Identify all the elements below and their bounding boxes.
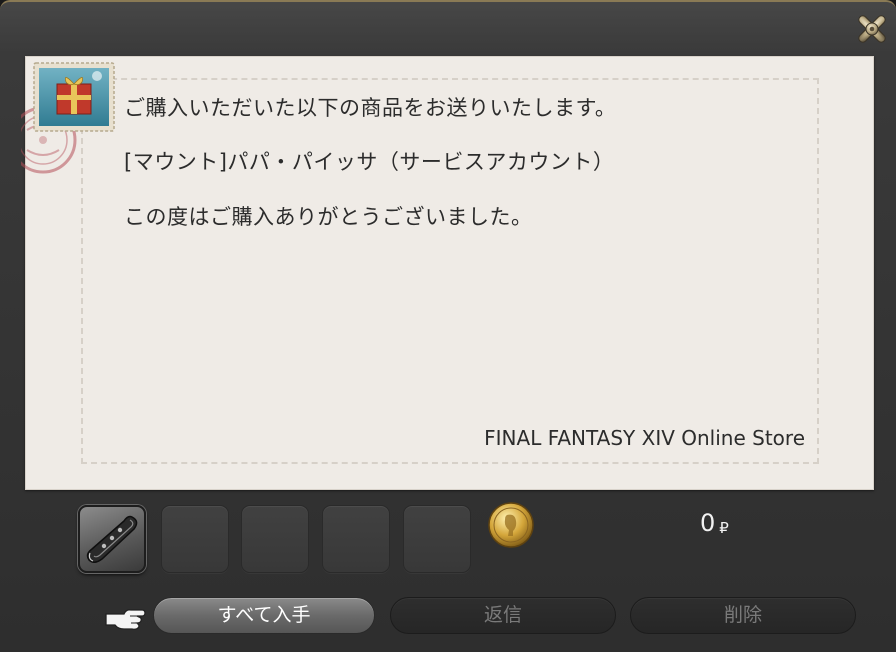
delete-button[interactable]: 削除 bbox=[630, 597, 856, 634]
gil-amount: 0 ₽ bbox=[700, 509, 729, 537]
message-line-3: この度はご購入ありがとうございました。 bbox=[124, 205, 533, 229]
postage-stamp bbox=[21, 62, 117, 192]
message-line-1: ご購入いただいた以下の商品をお送りいたします。 bbox=[124, 96, 617, 120]
attachment-slot-2[interactable] bbox=[161, 505, 229, 573]
attachment-slot-1[interactable] bbox=[78, 505, 146, 573]
ocarina-icon bbox=[86, 515, 138, 563]
close-button[interactable] bbox=[852, 8, 892, 48]
gil-value: 0 bbox=[700, 509, 716, 537]
letter-border bbox=[81, 78, 819, 464]
take-all-button[interactable]: すべて入手 bbox=[153, 597, 375, 634]
gift-stamp-icon bbox=[33, 62, 115, 132]
message-line-2: [マウント]パパ・パイッサ（サービスアカウント） bbox=[124, 150, 615, 174]
reply-button[interactable]: 返信 bbox=[390, 597, 616, 634]
attachment-slot-3[interactable] bbox=[241, 505, 309, 573]
gil-unit: ₽ bbox=[719, 519, 729, 537]
attachment-slot-4[interactable] bbox=[322, 505, 390, 573]
pointer-hand-icon bbox=[105, 609, 146, 630]
attachment-slot-5[interactable] bbox=[403, 505, 471, 573]
letter-window: ご購入いただいた以下の商品をお送りいたします。 [マウント]パパ・パイッサ（サー… bbox=[0, 0, 896, 652]
sender-signature: FINAL FANTASY XIV Online Store bbox=[484, 426, 805, 450]
close-icon bbox=[858, 15, 886, 43]
gil-coin-icon bbox=[488, 502, 534, 548]
letter-body: ご購入いただいた以下の商品をお送りいたします。 [マウント]パパ・パイッサ（サー… bbox=[21, 56, 874, 490]
